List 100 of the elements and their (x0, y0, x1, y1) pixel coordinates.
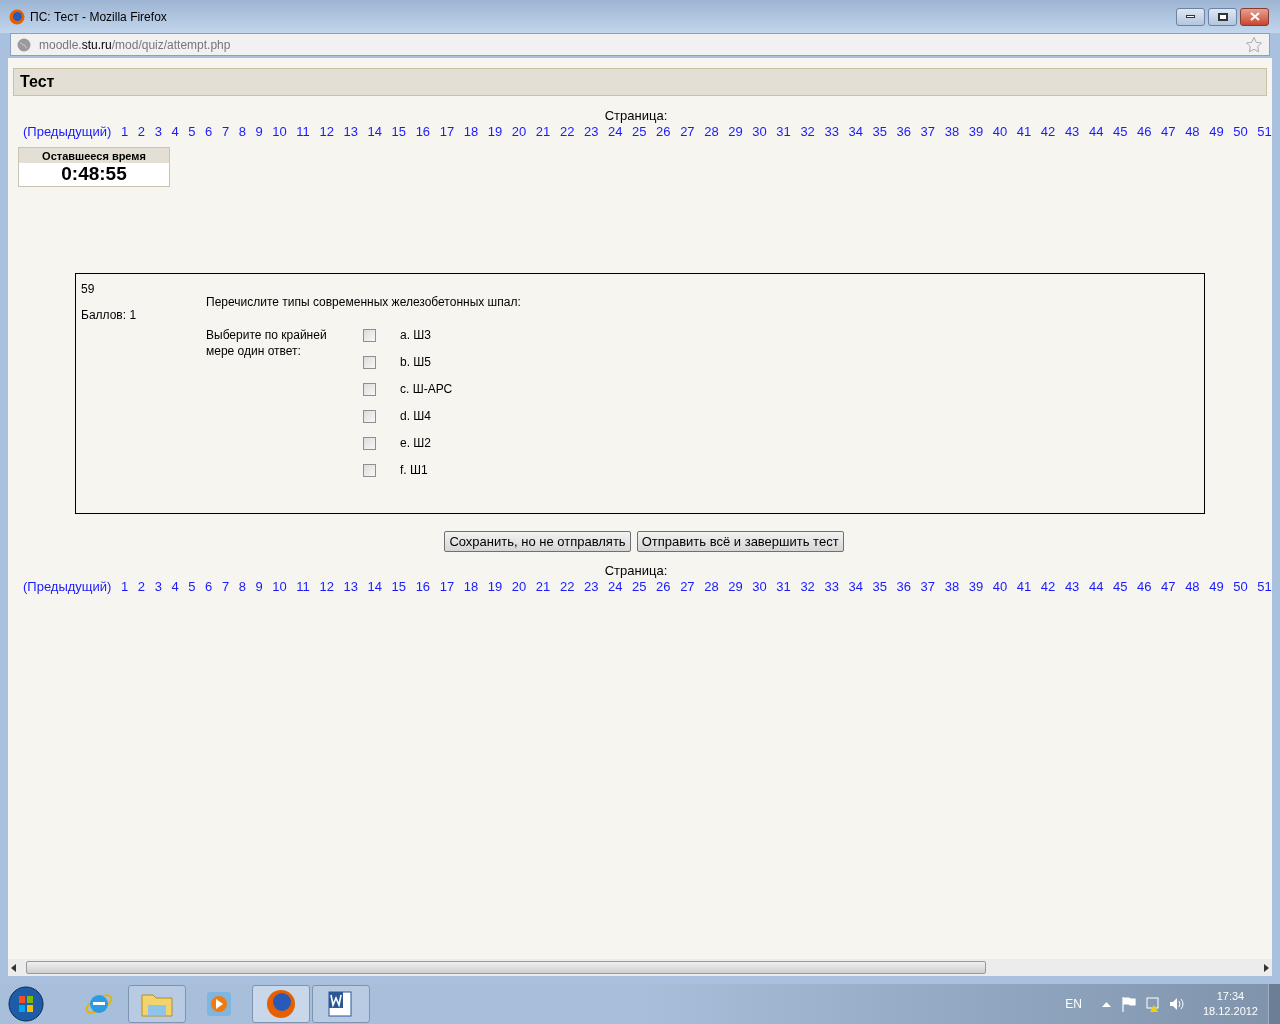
page-link[interactable]: 16 (415, 124, 431, 140)
checkbox[interactable] (363, 382, 376, 396)
page-link[interactable]: 11 (296, 124, 310, 140)
page-link[interactable]: 26 (656, 124, 671, 140)
answer-label[interactable]: e. Ш2 (400, 434, 431, 452)
scroll-right-icon[interactable] (1262, 963, 1270, 972)
page-link[interactable]: 1 (121, 579, 129, 595)
previous-page-link[interactable]: (Предыдущий) (23, 124, 112, 140)
page-link[interactable]: 49 (1209, 124, 1224, 140)
page-link[interactable]: 2 (137, 124, 146, 140)
page-link[interactable]: 41 (1016, 579, 1032, 595)
page-link[interactable]: 3 (154, 124, 162, 140)
page-link[interactable]: 6 (205, 124, 213, 140)
page-link[interactable]: 35 (872, 124, 887, 140)
submit-button[interactable]: Отправить всё и завершить тест (636, 531, 844, 552)
page-link[interactable]: 38 (944, 579, 960, 595)
page-link[interactable]: 37 (920, 579, 936, 595)
show-hidden-icons-icon[interactable] (1101, 1001, 1111, 1007)
page-link[interactable]: 45 (1113, 124, 1128, 140)
page-link[interactable]: 29 (728, 579, 743, 595)
answer-label[interactable]: d. Ш4 (400, 407, 431, 425)
page-link[interactable]: 16 (415, 579, 431, 595)
page-link[interactable]: 39 (968, 124, 984, 140)
page-link[interactable]: 44 (1088, 124, 1104, 140)
page-link[interactable]: 32 (800, 579, 815, 595)
page-link[interactable]: 23 (583, 579, 599, 595)
page-link[interactable]: 13 (343, 579, 358, 595)
page-link[interactable]: 37 (920, 124, 936, 140)
page-link[interactable]: 11 (296, 579, 310, 595)
page-link[interactable]: 23 (583, 124, 599, 140)
horizontal-scrollbar[interactable] (8, 959, 1272, 976)
page-link[interactable]: 3 (154, 579, 162, 595)
page-link[interactable]: 40 (992, 124, 1008, 140)
page-link[interactable]: 33 (824, 579, 839, 595)
page-link[interactable]: 43 (1064, 124, 1080, 140)
page-link[interactable]: 31 (776, 124, 791, 140)
page-link[interactable]: 19 (487, 124, 503, 140)
page-link[interactable]: 10 (272, 579, 287, 595)
page-link[interactable]: 20 (511, 124, 527, 140)
page-link[interactable]: 48 (1185, 124, 1200, 140)
page-link[interactable]: 39 (968, 579, 984, 595)
page-link[interactable]: 26 (656, 579, 671, 595)
page-link[interactable]: 27 (680, 579, 695, 595)
answer-label[interactable]: b. Ш5 (400, 353, 431, 371)
page-link[interactable]: 48 (1185, 579, 1200, 595)
page-link[interactable]: 12 (319, 579, 334, 595)
page-link[interactable]: 38 (944, 124, 960, 140)
page-link[interactable]: 19 (487, 579, 503, 595)
page-link[interactable]: 7 (221, 579, 230, 595)
maximize-button[interactable] (1208, 7, 1237, 26)
page-link[interactable]: 14 (367, 124, 382, 140)
show-desktop-button[interactable] (1268, 984, 1280, 1024)
taskbar-button[interactable] (252, 985, 310, 1023)
page-link[interactable]: 44 (1088, 579, 1104, 595)
page-link[interactable]: 49 (1209, 579, 1224, 595)
page-link[interactable]: 51 (1257, 124, 1272, 140)
page-link[interactable]: 50 (1233, 579, 1248, 595)
answer-label[interactable]: f. Ш1 (400, 461, 428, 479)
page-link[interactable]: 28 (704, 579, 719, 595)
media-player-icon[interactable] (205, 990, 233, 1018)
page-link[interactable]: 18 (463, 124, 479, 140)
page-link[interactable]: 22 (559, 579, 575, 595)
page-link[interactable]: 34 (848, 124, 863, 140)
page-link[interactable]: 12 (319, 124, 334, 140)
page-link[interactable]: 5 (188, 124, 196, 140)
page-link[interactable]: 46 (1137, 124, 1152, 140)
page-link[interactable]: 42 (1040, 579, 1056, 595)
page-link[interactable]: 35 (872, 579, 887, 595)
page-link[interactable]: 36 (896, 124, 912, 140)
page-link[interactable]: 50 (1233, 124, 1248, 140)
page-link[interactable]: 21 (535, 124, 551, 140)
flag-icon[interactable] (1120, 996, 1137, 1012)
checkbox[interactable] (363, 463, 376, 477)
page-link[interactable]: 34 (848, 579, 863, 595)
page-link[interactable]: 13 (343, 124, 358, 140)
page-link[interactable]: 8 (238, 124, 246, 140)
answer-label[interactable]: c. Ш-АРС (400, 380, 453, 398)
page-link[interactable]: 46 (1137, 579, 1152, 595)
close-button[interactable] (1240, 7, 1269, 26)
page-link[interactable]: 51 (1257, 579, 1272, 595)
page-link[interactable]: 24 (608, 579, 623, 595)
page-link[interactable]: 32 (800, 124, 815, 140)
page-link[interactable]: 41 (1016, 124, 1032, 140)
checkbox[interactable] (363, 409, 376, 423)
page-link[interactable]: 25 (632, 124, 647, 140)
page-link[interactable]: 47 (1161, 124, 1176, 140)
page-link[interactable]: 22 (559, 124, 575, 140)
previous-page-link[interactable]: (Предыдущий) (23, 579, 112, 595)
page-link[interactable]: 6 (205, 579, 213, 595)
page-link[interactable]: 42 (1040, 124, 1056, 140)
checkbox[interactable] (363, 355, 376, 369)
taskbar-button[interactable] (312, 985, 370, 1023)
page-link[interactable]: 15 (391, 124, 407, 140)
scrollbar-thumb[interactable] (26, 961, 986, 974)
network-warning-icon[interactable] (1144, 996, 1161, 1012)
answer-label[interactable]: a. Ш3 (400, 326, 431, 344)
page-link[interactable]: 14 (367, 579, 382, 595)
page-link[interactable]: 31 (776, 579, 791, 595)
page-link[interactable]: 30 (752, 579, 767, 595)
page-link[interactable]: 47 (1161, 579, 1176, 595)
